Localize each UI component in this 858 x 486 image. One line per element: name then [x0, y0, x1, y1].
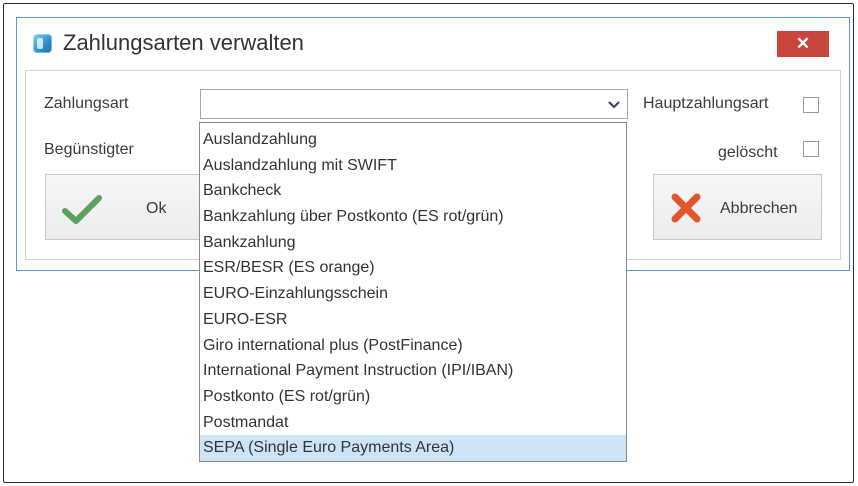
- ok-button[interactable]: Ok: [45, 174, 221, 240]
- close-icon: ✕: [795, 34, 811, 53]
- hauptzahlungsart-label: Hauptzahlungsart: [643, 95, 769, 112]
- dropdown-item[interactable]: Auslandzahlung: [200, 127, 626, 153]
- ok-button-label: Ok: [146, 200, 167, 217]
- dropdown-item[interactable]: Bankzahlung über Postkonto (ES rot/grün): [200, 204, 626, 230]
- dropdown-item[interactable]: EURO-ESR: [200, 307, 626, 333]
- dropdown-item[interactable]: EURO-Einzahlungsschein: [200, 281, 626, 307]
- abbrechen-button[interactable]: Abbrechen: [653, 174, 822, 240]
- abbrechen-button-label: Abbrechen: [720, 200, 798, 217]
- dropdown-item[interactable]: ESR/BESR (ES orange): [200, 255, 626, 281]
- dropdown-item[interactable]: Postmandat: [200, 410, 626, 436]
- beguenstigter-label: Begünstigter: [44, 141, 134, 158]
- hauptzahlungsart-checkbox[interactable]: [803, 97, 819, 113]
- dropdown-item[interactable]: Postkonto (ES rot/grün): [200, 384, 626, 410]
- checkmark-icon: [62, 195, 102, 224]
- dropdown-item[interactable]: Bankcheck: [200, 178, 626, 204]
- dropdown-item[interactable]: Giro international plus (PostFinance): [200, 333, 626, 359]
- dropdown-item[interactable]: International Payment Instruction (IPI/I…: [200, 358, 626, 384]
- geloescht-label: gelöscht: [718, 144, 778, 161]
- app-icon: [33, 34, 52, 53]
- dropdown-item-selected[interactable]: SEPA (Single Euro Payments Area): [200, 435, 626, 461]
- geloescht-checkbox[interactable]: [803, 141, 819, 157]
- title-bar: Zahlungsarten verwalten ✕: [17, 18, 849, 70]
- dialog-title: Zahlungsarten verwalten: [63, 30, 304, 55]
- cross-icon: [671, 193, 701, 223]
- dropdown-item[interactable]: Auslandzahlung mit SWIFT: [200, 153, 626, 179]
- zahlungsart-combobox[interactable]: [200, 89, 628, 119]
- close-button[interactable]: ✕: [777, 31, 829, 57]
- zahlungsart-label: Zahlungsart: [44, 95, 129, 112]
- combobox-dropdown-button[interactable]: [601, 90, 627, 118]
- dropdown-item[interactable]: Bankzahlung: [200, 230, 626, 256]
- zahlungsart-dropdown-list: Auslandzahlung Auslandzahlung mit SWIFT …: [199, 122, 627, 462]
- chevron-down-icon: [608, 100, 620, 109]
